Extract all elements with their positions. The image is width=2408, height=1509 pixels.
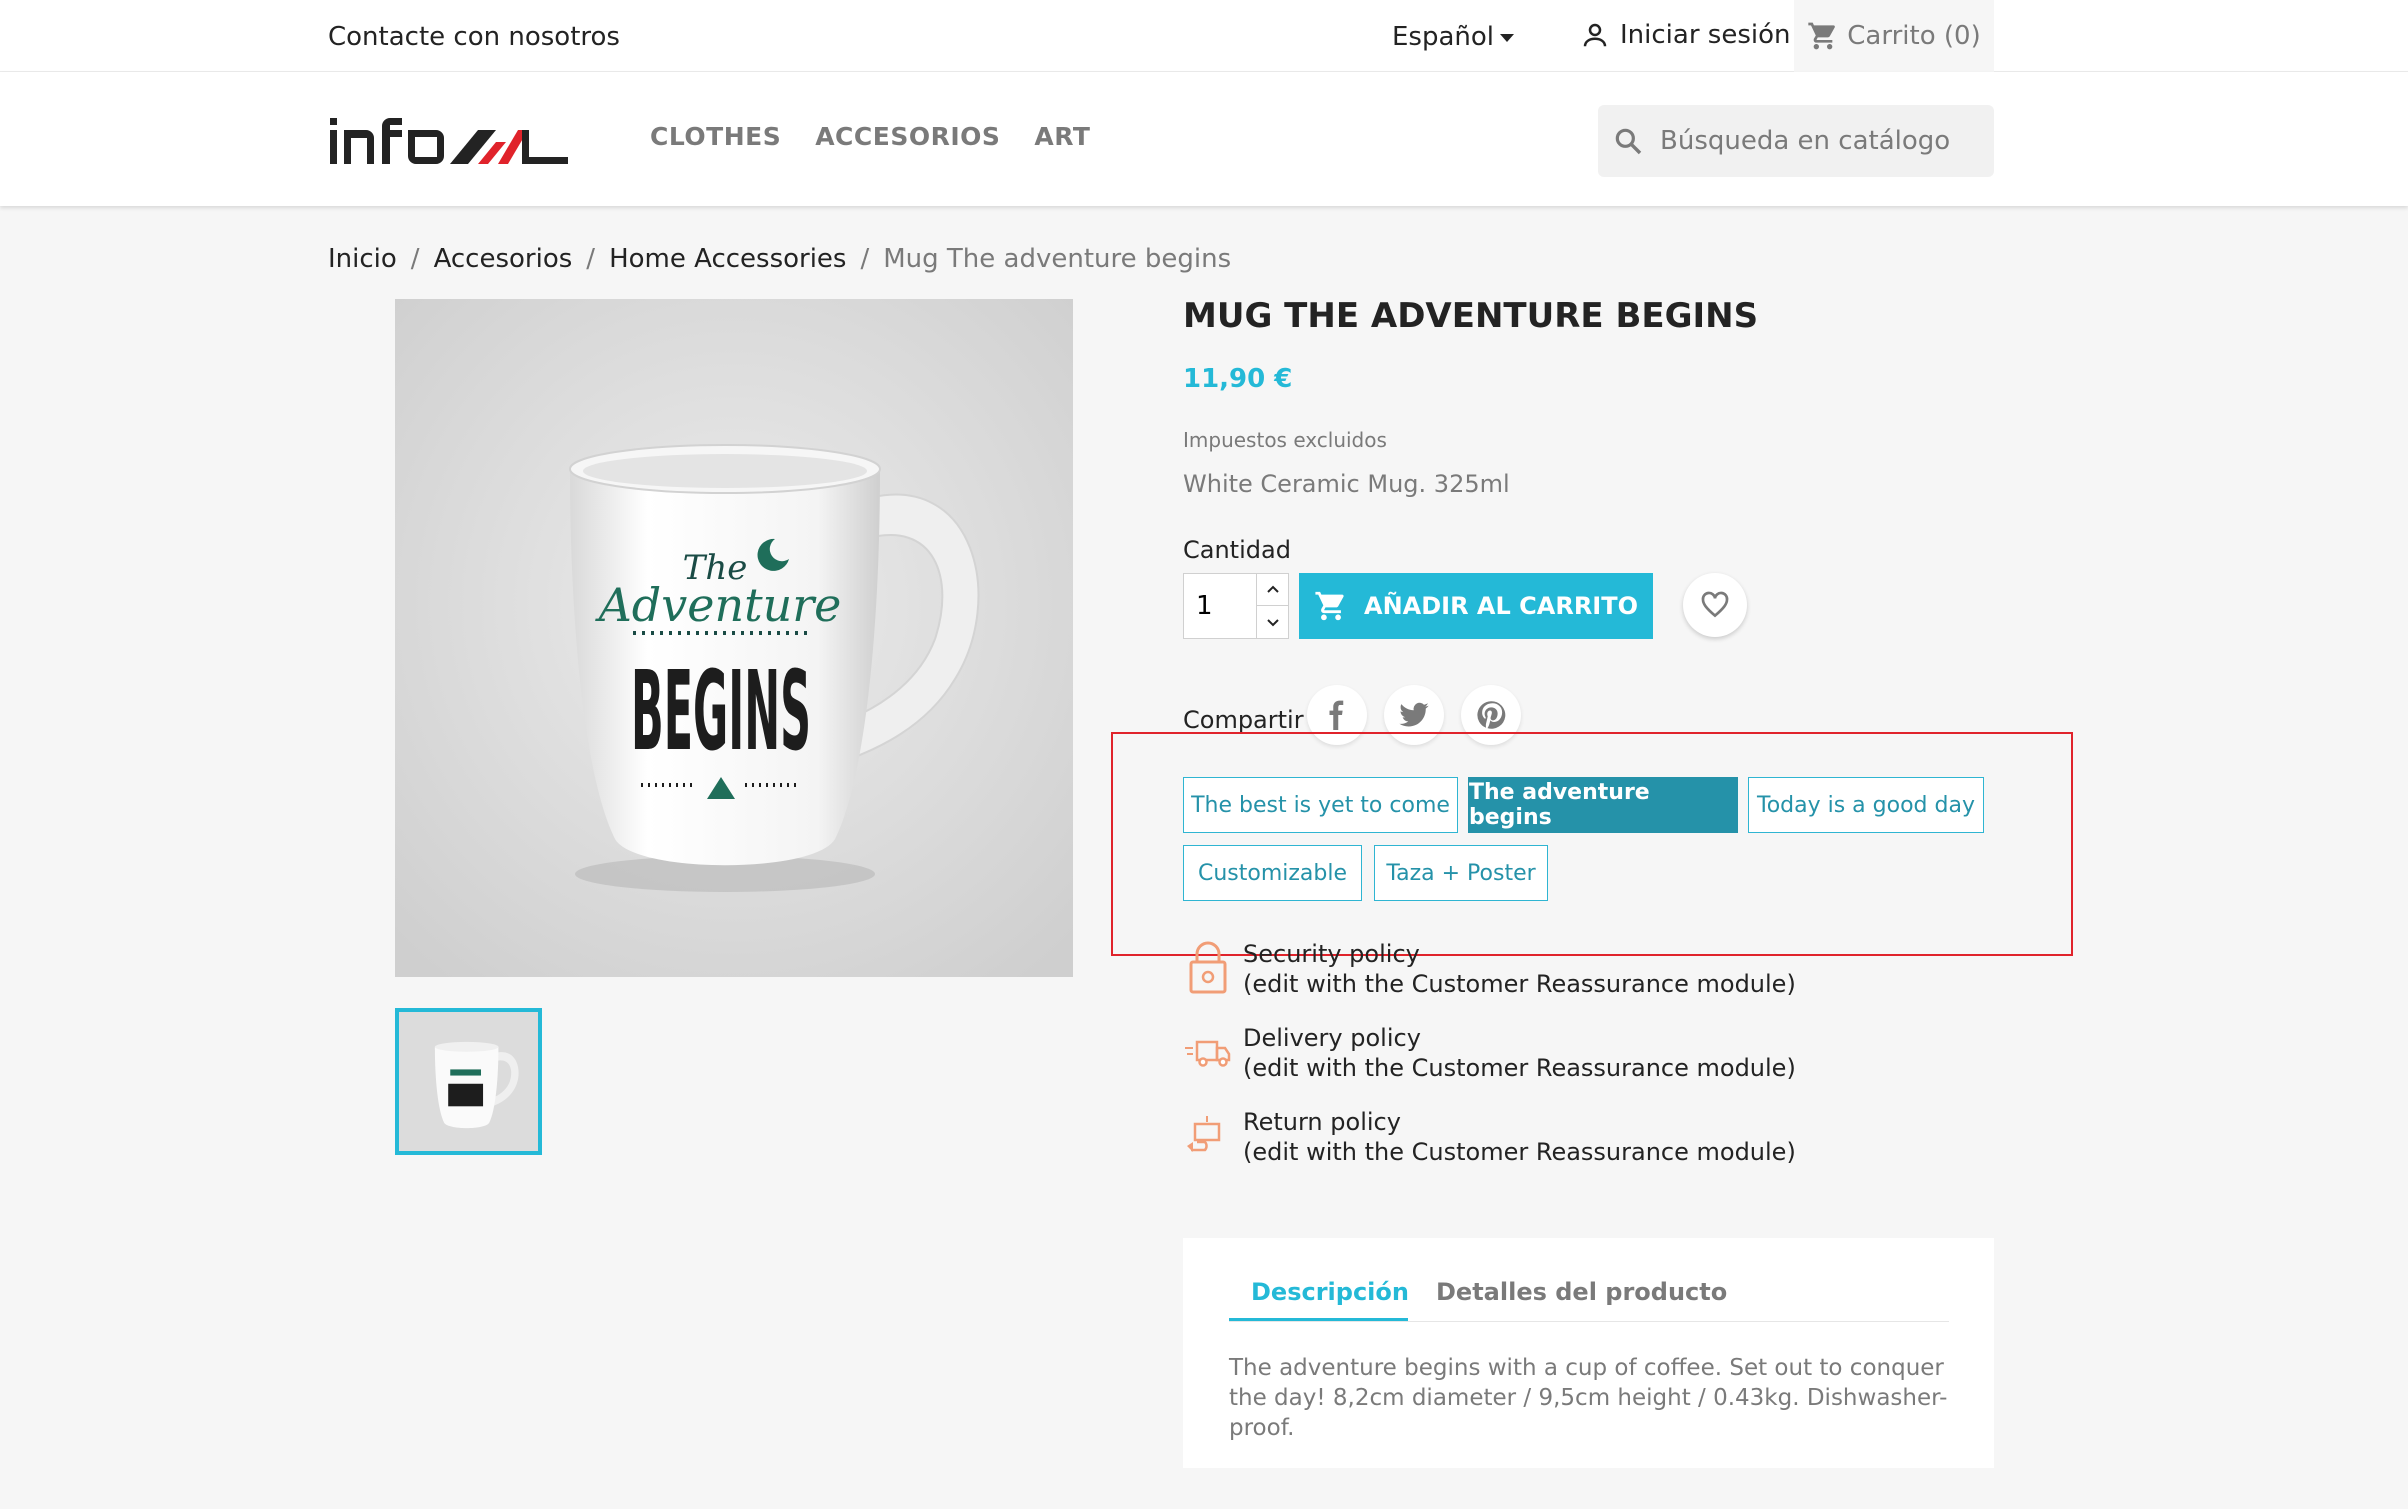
product-description: The adventure begins with a cup of coffe… [1229,1355,1948,1441]
cart-icon [1808,22,1836,50]
heart-icon [1701,591,1729,618]
pinterest-icon [1477,701,1506,729]
nav-item-clothes[interactable]: CLOTHES [650,122,781,151]
quantity-decrement-button[interactable] [1256,606,1288,638]
add-to-cart-button[interactable]: AÑADIR AL CARRITO [1299,573,1653,639]
tab-divider [1229,1321,1949,1322]
variant-button-adventure-begins[interactable]: The adventure begins [1468,777,1738,833]
language-label: Español [1392,22,1495,52]
breadcrumb: Inicio / Accesorios / Home Accessories /… [328,244,1231,274]
quantity-input[interactable] [1184,574,1256,638]
reassurance-title: Security policy [1243,940,1420,968]
reassurance-title: Delivery policy [1243,1024,1421,1052]
breadcrumb-item-accesorios[interactable]: Accesorios [434,244,573,274]
signin-label: Iniciar sesión [1620,20,1791,50]
active-tab-indicator [1229,1318,1408,1321]
breadcrumb-separator: / [860,244,870,274]
variant-button-taza-poster[interactable]: Taza + Poster [1374,845,1548,901]
cart-label: Carrito (0) [1847,21,1981,51]
cart-icon [1315,591,1344,621]
mug-image: The Adventure BEGINS [395,299,1073,977]
nav-item-art[interactable]: ART [1034,122,1090,151]
truck-icon [1185,1040,1231,1067]
tax-note: Impuestos excluidos [1183,428,1387,452]
user-icon [1583,23,1607,47]
language-selector[interactable]: Español [1392,22,1515,52]
variant-button-today-is-a-good-day[interactable]: Today is a good day [1748,777,1984,833]
facebook-icon [1329,700,1344,730]
variant-button-best-is-yet-to-come[interactable]: The best is yet to come [1183,777,1458,833]
reassurance-title: Return policy [1243,1108,1401,1136]
header: infoal CLOTHES ACCESORIOS ART [0,72,2408,206]
tab-detalles-del-producto[interactable]: Detalles del producto [1436,1278,1727,1306]
share-label: Compartir [1183,706,1304,734]
breadcrumb-separator: / [586,244,596,274]
reassurance-description: (edit with the Customer Reassurance modu… [1243,1138,1796,1166]
product-short-description: White Ceramic Mug. 325ml [1183,470,1510,498]
breadcrumb-item-home-accessories[interactable]: Home Accessories [609,244,846,274]
product-tabs: Descripción Detalles del producto The ad… [1183,1238,1994,1468]
store-logo[interactable]: infoal [328,116,570,172]
product-title: MUG THE ADVENTURE BEGINS [1183,296,1759,336]
reassurance-description: (edit with the Customer Reassurance modu… [1243,1054,1796,1082]
quantity-increment-button[interactable] [1256,574,1288,606]
breadcrumb-separator: / [410,244,420,274]
breadcrumb-item-current: Mug The adventure begins [883,244,1232,274]
return-box-icon [1187,1116,1221,1152]
search-input[interactable] [1660,126,1960,156]
chevron-up-icon [1266,585,1279,593]
highlight-annotation-box [1111,732,2073,956]
cart-button[interactable]: Carrito (0) [1794,0,1994,72]
contact-link[interactable]: Contacte con nosotros [328,22,620,52]
wishlist-button[interactable] [1683,573,1747,637]
nav-item-accesorios[interactable]: ACCESORIOS [815,122,1000,151]
logo-wordmark [330,118,568,164]
mug-thumbnail-image [399,1012,538,1151]
variant-button-customizable[interactable]: Customizable [1183,845,1362,901]
signin-link[interactable]: Iniciar sesión [1580,20,1790,50]
add-to-cart-label: AÑADIR AL CARRITO [1364,592,1638,620]
product-price: 11,90 € [1183,364,1293,394]
breadcrumb-item-inicio[interactable]: Inicio [328,244,397,274]
mug-print-begins: BEGINS [631,647,811,775]
twitter-icon [1399,702,1429,727]
product-thumbnail[interactable] [395,1008,542,1155]
mug-print-adventure: Adventure [595,578,842,632]
top-bar: Contacte con nosotros Español Iniciar se… [0,0,2408,72]
quantity-stepper [1183,573,1289,639]
search-box [1598,105,1994,177]
main-nav: CLOTHES ACCESORIOS ART [650,122,1090,151]
product-main-image[interactable]: The Adventure BEGINS [395,299,1073,977]
quantity-label: Cantidad [1183,536,1291,564]
reassurance-description: (edit with the Customer Reassurance modu… [1243,970,1796,998]
caret-down-icon [1500,33,1515,42]
tab-descripcion[interactable]: Descripción [1251,1278,1409,1306]
chevron-down-icon [1266,619,1279,627]
search-icon[interactable] [1612,125,1644,157]
lock-icon [1189,941,1227,994]
